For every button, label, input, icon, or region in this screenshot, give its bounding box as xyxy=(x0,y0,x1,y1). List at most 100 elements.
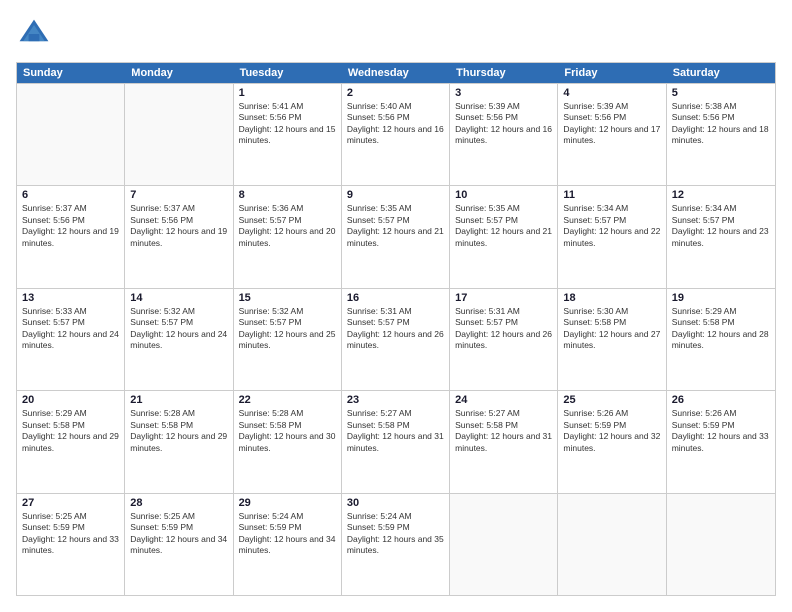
day-number: 28 xyxy=(130,497,227,509)
calendar-day-24: 24 Sunrise: 5:27 AM Sunset: 5:58 PM Dayli… xyxy=(450,391,558,492)
weekday-header-tuesday: Tuesday xyxy=(234,63,342,83)
calendar-day-26: 26 Sunrise: 5:26 AM Sunset: 5:59 PM Dayli… xyxy=(667,391,775,492)
day-info: Sunrise: 5:35 AM Sunset: 5:57 PM Dayligh… xyxy=(455,203,552,249)
day-number: 2 xyxy=(347,87,444,99)
calendar-header: SundayMondayTuesdayWednesdayThursdayFrid… xyxy=(17,63,775,83)
logo xyxy=(16,16,58,52)
calendar-day-empty xyxy=(667,494,775,595)
calendar-day-3: 3 Sunrise: 5:39 AM Sunset: 5:56 PM Daylig… xyxy=(450,84,558,185)
calendar-day-16: 16Sunrise: 5:31 AM Sunset: 5:57 PM Dayli… xyxy=(342,289,450,390)
day-number: 4 xyxy=(563,87,660,99)
calendar-day-21: 21Sunrise: 5:28 AM Sunset: 5:58 PM Dayli… xyxy=(125,391,233,492)
calendar-day-empty xyxy=(125,84,233,185)
calendar: SundayMondayTuesdayWednesdayThursdayFrid… xyxy=(16,62,776,596)
day-info: Sunrise: 5:41 AM Sunset: 5:56 PM Dayligh… xyxy=(239,101,336,147)
day-info: Sunrise: 5:32 AM Sunset: 5:57 PM Dayligh… xyxy=(239,306,336,352)
day-info: Sunrise: 5:28 AM Sunset: 5:58 PM Dayligh… xyxy=(239,408,336,454)
calendar-day-27: 27Sunrise: 5:25 AM Sunset: 5:59 PM Dayli… xyxy=(17,494,125,595)
day-number: 14 xyxy=(130,292,227,304)
calendar-body: 1 Sunrise: 5:41 AM Sunset: 5:56 PM Daylig… xyxy=(17,83,775,595)
day-number: 24 xyxy=(455,394,552,406)
calendar-day-2: 2 Sunrise: 5:40 AM Sunset: 5:56 PM Daylig… xyxy=(342,84,450,185)
calendar-day-empty xyxy=(17,84,125,185)
weekday-header-saturday: Saturday xyxy=(667,63,775,83)
day-info: Sunrise: 5:37 AM Sunset: 5:56 PM Dayligh… xyxy=(22,203,119,249)
day-info: Sunrise: 5:38 AM Sunset: 5:56 PM Dayligh… xyxy=(672,101,770,147)
calendar-day-12: 12 Sunrise: 5:34 AM Sunset: 5:57 PM Dayli… xyxy=(667,186,775,287)
day-info: Sunrise: 5:33 AM Sunset: 5:57 PM Dayligh… xyxy=(22,306,119,352)
day-number: 10 xyxy=(455,189,552,201)
calendar-week-5: 27Sunrise: 5:25 AM Sunset: 5:59 PM Dayli… xyxy=(17,493,775,595)
day-info: Sunrise: 5:24 AM Sunset: 5:59 PM Dayligh… xyxy=(347,511,444,557)
day-number: 15 xyxy=(239,292,336,304)
day-info: Sunrise: 5:25 AM Sunset: 5:59 PM Dayligh… xyxy=(130,511,227,557)
day-info: Sunrise: 5:27 AM Sunset: 5:58 PM Dayligh… xyxy=(347,408,444,454)
day-info: Sunrise: 5:36 AM Sunset: 5:57 PM Dayligh… xyxy=(239,203,336,249)
day-info: Sunrise: 5:29 AM Sunset: 5:58 PM Dayligh… xyxy=(672,306,770,352)
calendar-day-13: 13 Sunrise: 5:33 AM Sunset: 5:57 PM Dayli… xyxy=(17,289,125,390)
day-number: 17 xyxy=(455,292,552,304)
day-number: 11 xyxy=(563,189,660,201)
calendar-week-4: 20 Sunrise: 5:29 AM Sunset: 5:58 PM Dayli… xyxy=(17,390,775,492)
calendar-day-30: 30 Sunrise: 5:24 AM Sunset: 5:59 PM Dayli… xyxy=(342,494,450,595)
calendar-day-18: 18 Sunrise: 5:30 AM Sunset: 5:58 PM Dayli… xyxy=(558,289,666,390)
day-info: Sunrise: 5:25 AM Sunset: 5:59 PM Dayligh… xyxy=(22,511,119,557)
day-info: Sunrise: 5:26 AM Sunset: 5:59 PM Dayligh… xyxy=(672,408,770,454)
day-info: Sunrise: 5:26 AM Sunset: 5:59 PM Dayligh… xyxy=(563,408,660,454)
day-number: 5 xyxy=(672,87,770,99)
page: SundayMondayTuesdayWednesdayThursdayFrid… xyxy=(0,0,792,612)
weekday-header-wednesday: Wednesday xyxy=(342,63,450,83)
day-number: 18 xyxy=(563,292,660,304)
calendar-day-25: 25 Sunrise: 5:26 AM Sunset: 5:59 PM Dayli… xyxy=(558,391,666,492)
calendar-week-1: 1 Sunrise: 5:41 AM Sunset: 5:56 PM Daylig… xyxy=(17,83,775,185)
day-info: Sunrise: 5:27 AM Sunset: 5:58 PM Dayligh… xyxy=(455,408,552,454)
calendar-week-3: 13 Sunrise: 5:33 AM Sunset: 5:57 PM Dayli… xyxy=(17,288,775,390)
day-number: 8 xyxy=(239,189,336,201)
calendar-day-17: 17 Sunrise: 5:31 AM Sunset: 5:57 PM Dayli… xyxy=(450,289,558,390)
calendar-day-15: 15 Sunrise: 5:32 AM Sunset: 5:57 PM Dayli… xyxy=(234,289,342,390)
day-number: 13 xyxy=(22,292,119,304)
calendar-day-19: 19 Sunrise: 5:29 AM Sunset: 5:58 PM Dayli… xyxy=(667,289,775,390)
day-number: 1 xyxy=(239,87,336,99)
day-info: Sunrise: 5:30 AM Sunset: 5:58 PM Dayligh… xyxy=(563,306,660,352)
calendar-day-8: 8 Sunrise: 5:36 AM Sunset: 5:57 PM Daylig… xyxy=(234,186,342,287)
day-number: 12 xyxy=(672,189,770,201)
day-number: 9 xyxy=(347,189,444,201)
calendar-day-29: 29Sunrise: 5:24 AM Sunset: 5:59 PM Dayli… xyxy=(234,494,342,595)
day-info: Sunrise: 5:24 AM Sunset: 5:59 PM Dayligh… xyxy=(239,511,336,557)
calendar-day-empty xyxy=(558,494,666,595)
day-number: 30 xyxy=(347,497,444,509)
day-info: Sunrise: 5:34 AM Sunset: 5:57 PM Dayligh… xyxy=(672,203,770,249)
calendar-day-10: 10 Sunrise: 5:35 AM Sunset: 5:57 PM Dayli… xyxy=(450,186,558,287)
day-number: 20 xyxy=(22,394,119,406)
day-number: 26 xyxy=(672,394,770,406)
calendar-week-2: 6Sunrise: 5:37 AM Sunset: 5:56 PM Daylig… xyxy=(17,185,775,287)
calendar-day-empty xyxy=(450,494,558,595)
calendar-day-28: 28 Sunrise: 5:25 AM Sunset: 5:59 PM Dayli… xyxy=(125,494,233,595)
day-number: 19 xyxy=(672,292,770,304)
weekday-header-friday: Friday xyxy=(558,63,666,83)
calendar-day-23: 23 Sunrise: 5:27 AM Sunset: 5:58 PM Dayli… xyxy=(342,391,450,492)
day-number: 25 xyxy=(563,394,660,406)
day-info: Sunrise: 5:34 AM Sunset: 5:57 PM Dayligh… xyxy=(563,203,660,249)
calendar-day-20: 20 Sunrise: 5:29 AM Sunset: 5:58 PM Dayli… xyxy=(17,391,125,492)
day-info: Sunrise: 5:39 AM Sunset: 5:56 PM Dayligh… xyxy=(455,101,552,147)
calendar-day-14: 14Sunrise: 5:32 AM Sunset: 5:57 PM Dayli… xyxy=(125,289,233,390)
calendar-day-4: 4 Sunrise: 5:39 AM Sunset: 5:56 PM Daylig… xyxy=(558,84,666,185)
day-info: Sunrise: 5:31 AM Sunset: 5:57 PM Dayligh… xyxy=(347,306,444,352)
day-number: 23 xyxy=(347,394,444,406)
day-info: Sunrise: 5:37 AM Sunset: 5:56 PM Dayligh… xyxy=(130,203,227,249)
day-info: Sunrise: 5:39 AM Sunset: 5:56 PM Dayligh… xyxy=(563,101,660,147)
calendar-day-22: 22Sunrise: 5:28 AM Sunset: 5:58 PM Dayli… xyxy=(234,391,342,492)
day-number: 3 xyxy=(455,87,552,99)
day-info: Sunrise: 5:40 AM Sunset: 5:56 PM Dayligh… xyxy=(347,101,444,147)
day-number: 7 xyxy=(130,189,227,201)
weekday-header-monday: Monday xyxy=(125,63,233,83)
calendar-day-1: 1 Sunrise: 5:41 AM Sunset: 5:56 PM Daylig… xyxy=(234,84,342,185)
calendar-day-11: 11 Sunrise: 5:34 AM Sunset: 5:57 PM Dayli… xyxy=(558,186,666,287)
weekday-header-sunday: Sunday xyxy=(17,63,125,83)
calendar-day-6: 6Sunrise: 5:37 AM Sunset: 5:56 PM Daylig… xyxy=(17,186,125,287)
day-info: Sunrise: 5:29 AM Sunset: 5:58 PM Dayligh… xyxy=(22,408,119,454)
logo-icon xyxy=(16,16,52,52)
day-info: Sunrise: 5:31 AM Sunset: 5:57 PM Dayligh… xyxy=(455,306,552,352)
